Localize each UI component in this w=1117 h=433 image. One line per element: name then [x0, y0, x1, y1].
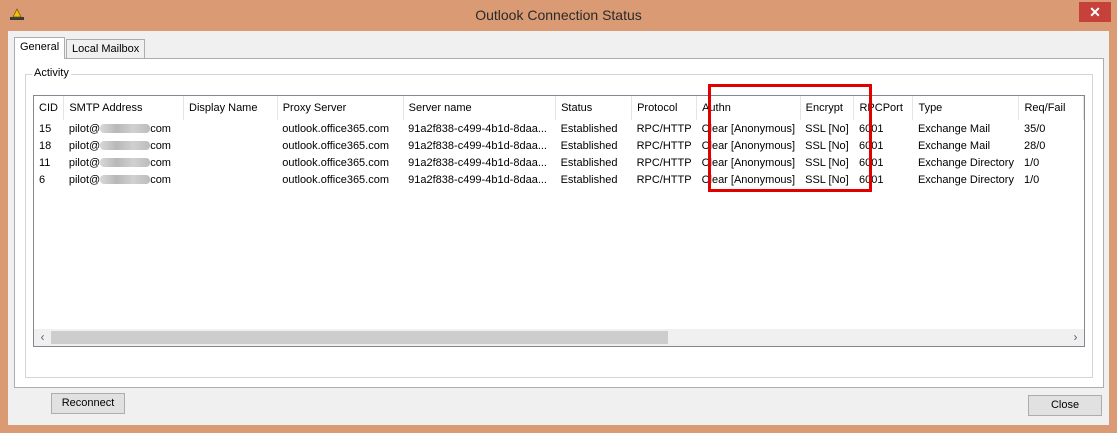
- horizontal-scrollbar[interactable]: ‹ ›: [34, 329, 1084, 346]
- cell-cid: 6: [39, 173, 46, 186]
- cell-display-name: [184, 137, 278, 154]
- activity-label: Activity: [32, 67, 71, 79]
- smtp-prefix: pilot@: [68, 156, 101, 169]
- close-button[interactable]: Close: [1028, 395, 1102, 416]
- smtp-suffix: com: [150, 139, 171, 152]
- cell-status: Established: [560, 139, 618, 152]
- column-header-server[interactable]: Server name: [403, 96, 557, 120]
- cell-server: 91a2f838-c499-4b1d-8daa...: [408, 156, 547, 169]
- cell-status: Established: [560, 122, 618, 135]
- reconnect-button[interactable]: Reconnect: [51, 393, 125, 414]
- cell-smtp: pilot@ com: [64, 137, 184, 154]
- cell-proxy: outlook.office365.com: [282, 173, 390, 186]
- cell-display-name: [184, 120, 278, 137]
- column-header-proxy[interactable]: Proxy Server: [277, 96, 404, 120]
- cell-server: 91a2f838-c499-4b1d-8daa...: [408, 139, 547, 152]
- cell-type: Exchange Directory: [917, 156, 1014, 169]
- cell-protocol: RPC/HTTP: [636, 173, 692, 186]
- tab-general[interactable]: General: [14, 37, 66, 59]
- column-header-status[interactable]: Status: [555, 96, 633, 120]
- cell-reqfail: 35/0: [1023, 122, 1046, 135]
- table-row[interactable]: 18 pilot@ com outlook.office365.com 91a2f…: [34, 137, 1084, 154]
- column-header-smtp[interactable]: SMTP Address: [63, 96, 184, 120]
- redacted-domain: [100, 124, 151, 134]
- activity-group: Activity CID SMTP Address Display Name P…: [25, 67, 1093, 414]
- smtp-prefix: pilot@: [68, 122, 101, 135]
- cell-protocol: RPC/HTTP: [636, 122, 692, 135]
- close-icon[interactable]: ✕: [1079, 2, 1111, 22]
- cell-cid: 18: [39, 139, 52, 152]
- column-header-type[interactable]: Type: [912, 96, 1020, 120]
- connection-table: CID SMTP Address Display Name Proxy Serv…: [34, 96, 1084, 188]
- cell-cid: 11: [39, 156, 51, 169]
- table-row[interactable]: 11 pilot@ com outlook.office365.com 91a2f…: [34, 154, 1084, 171]
- redacted-domain: [100, 158, 151, 168]
- smtp-prefix: pilot@: [68, 139, 101, 152]
- tab-local-mailbox[interactable]: Local Mailbox: [66, 39, 146, 58]
- smtp-prefix: pilot@: [68, 173, 101, 186]
- connection-list[interactable]: CID SMTP Address Display Name Proxy Serv…: [33, 95, 1085, 347]
- cell-server: 91a2f838-c499-4b1d-8daa...: [408, 122, 547, 135]
- cell-smtp: pilot@ com: [64, 120, 184, 137]
- title-bar[interactable]: Outlook Connection Status ✕: [0, 0, 1117, 30]
- scroll-thumb[interactable]: [51, 331, 668, 344]
- cell-cid: 15: [39, 122, 52, 135]
- table-row[interactable]: 15 pilot@ com outlook.office365.com 91a2f…: [34, 120, 1084, 137]
- redacted-domain: [100, 141, 151, 151]
- column-header-display-name[interactable]: Display Name: [183, 96, 278, 120]
- redacted-domain: [100, 175, 151, 185]
- window-title: Outlook Connection Status: [475, 7, 642, 23]
- cell-smtp: pilot@ com: [64, 171, 184, 188]
- cell-type: Exchange Directory: [917, 173, 1014, 186]
- smtp-suffix: com: [150, 173, 171, 186]
- column-header-row: CID SMTP Address Display Name Proxy Serv…: [34, 96, 1084, 120]
- annotation-highlight-box: [708, 84, 872, 192]
- scroll-left-icon[interactable]: ‹: [34, 329, 51, 346]
- cell-protocol: RPC/HTTP: [636, 156, 692, 169]
- general-panel: Activity CID SMTP Address Display Name P…: [14, 58, 1104, 414]
- cell-server: 91a2f838-c499-4b1d-8daa...: [408, 173, 547, 186]
- cell-reqfail: 1/0: [1023, 156, 1040, 169]
- smtp-suffix: com: [150, 156, 171, 169]
- table-row[interactable]: 6 pilot@ com outlook.office365.com 91a2f8…: [34, 171, 1084, 188]
- cell-proxy: outlook.office365.com: [282, 122, 390, 135]
- cell-display-name: [184, 154, 278, 171]
- column-header-protocol[interactable]: Protocol: [631, 96, 698, 120]
- cell-smtp: pilot@ com: [64, 154, 184, 171]
- cell-status: Established: [560, 173, 618, 186]
- cell-protocol: RPC/HTTP: [636, 139, 692, 152]
- column-header-cid[interactable]: CID: [34, 96, 65, 120]
- cell-type: Exchange Mail: [917, 122, 991, 135]
- dialog-client: General Local Mailbox Activity CID SMTP …: [8, 31, 1109, 425]
- cell-proxy: outlook.office365.com: [282, 156, 390, 169]
- cell-reqfail: 1/0: [1023, 173, 1040, 186]
- column-header-reqfail[interactable]: Req/Fail: [1018, 96, 1084, 120]
- cell-type: Exchange Mail: [917, 139, 991, 152]
- scroll-right-icon[interactable]: ›: [1067, 329, 1084, 346]
- connection-status-window: Outlook Connection Status ✕ General Loca…: [0, 0, 1117, 433]
- cell-proxy: outlook.office365.com: [282, 139, 390, 152]
- cell-reqfail: 28/0: [1023, 139, 1046, 152]
- smtp-suffix: com: [150, 122, 171, 135]
- cell-display-name: [184, 171, 278, 188]
- cell-status: Established: [560, 156, 618, 169]
